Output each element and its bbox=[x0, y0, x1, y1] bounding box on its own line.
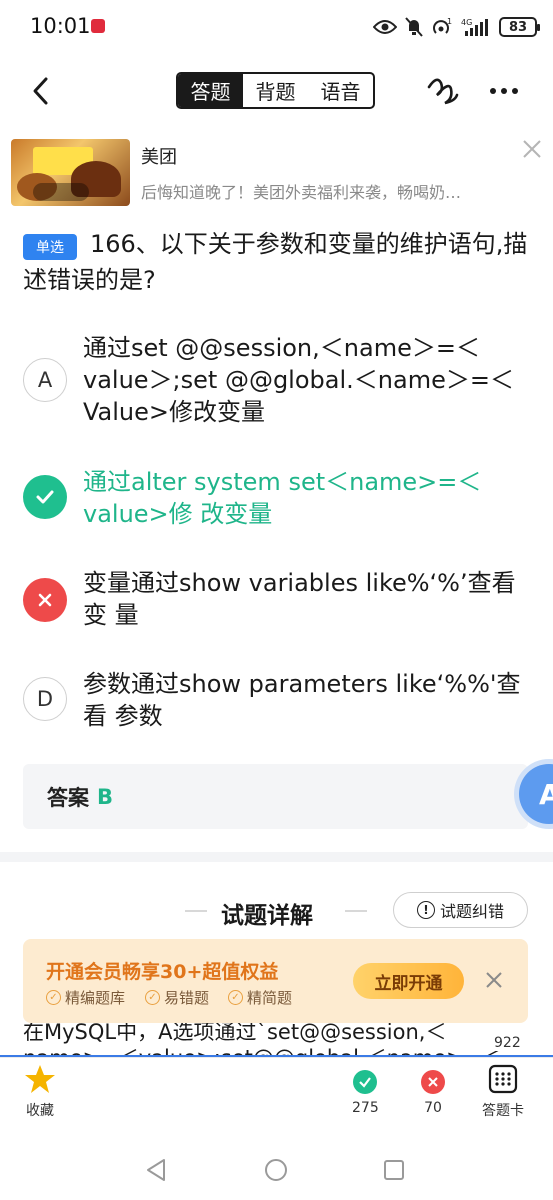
tab-voice[interactable]: 语音 bbox=[308, 74, 373, 107]
vip-feature-label: 精简题 bbox=[247, 989, 293, 1007]
more-options-icon[interactable] bbox=[487, 80, 521, 102]
hotspot-icon: 1 bbox=[433, 17, 452, 34]
nav-back-triangle-icon[interactable] bbox=[145, 1158, 167, 1182]
option-c-text: 变量通过show variables like%‘%’查看变 量 bbox=[83, 569, 516, 629]
question-text: 166、以下关于参数和变量的维护语句,描 述错误的是? bbox=[23, 230, 528, 294]
report-error-label: 试题纠错 bbox=[439, 902, 504, 921]
svg-text:1: 1 bbox=[447, 17, 452, 26]
back-arrow-icon[interactable] bbox=[26, 74, 56, 108]
correct-count: 275 bbox=[352, 1100, 379, 1116]
eye-icon bbox=[373, 20, 397, 34]
floating-ai-label: A bbox=[539, 777, 553, 811]
vip-open-button[interactable]: 立即开通 bbox=[353, 963, 464, 999]
answer-box: 答案 B bbox=[23, 764, 528, 829]
bottom-toolbar bbox=[0, 1057, 553, 1130]
ad-description[interactable]: 后悔知道晚了！美团外卖福利来袭，畅喝奶… bbox=[141, 179, 461, 203]
svg-text:4G: 4G bbox=[461, 18, 472, 27]
mute-bell-icon bbox=[405, 17, 423, 37]
vip-close-icon[interactable] bbox=[485, 971, 503, 989]
tab-answer[interactable]: 答题 bbox=[178, 74, 243, 107]
report-error-button[interactable]: ! 试题纠错 bbox=[393, 892, 528, 928]
vip-feature-1: ✓ 精编题库 bbox=[46, 987, 125, 1008]
favorite-button[interactable]: 收藏 bbox=[24, 1064, 56, 1120]
correct-check-icon bbox=[23, 475, 67, 519]
option-a-badge: A bbox=[23, 358, 67, 402]
option-b[interactable]: 通过alter system set＜name>=＜value>修 改变量 bbox=[23, 466, 538, 530]
scribble-pen-icon[interactable] bbox=[425, 73, 461, 107]
grid-card-icon bbox=[488, 1064, 518, 1094]
option-b-text: 通过alter system set＜name>=＜value>修 改变量 bbox=[83, 468, 482, 528]
wrong-cross-icon bbox=[23, 578, 67, 622]
option-d-badge: D bbox=[23, 677, 67, 721]
option-d[interactable]: D 参数通过show parameters like‘%%'查看 参数 bbox=[23, 668, 538, 732]
answer-card-button[interactable]: 答题卡 bbox=[482, 1064, 524, 1120]
vip-feature-3: ✓ 精简题 bbox=[228, 987, 292, 1008]
correct-count-button[interactable]: 275 bbox=[352, 1070, 379, 1116]
status-icons: 1 4G 83 bbox=[373, 14, 540, 40]
app-notification-icon bbox=[91, 19, 105, 33]
option-a-text: 通过set @@session,＜name＞=＜value＞;set @@glo… bbox=[83, 334, 514, 426]
section-divider bbox=[0, 852, 553, 862]
ad-brand[interactable]: 美团 bbox=[141, 143, 177, 169]
vip-feature-2: ✓ 易错题 bbox=[145, 987, 209, 1008]
title-dash-right bbox=[345, 910, 367, 912]
tab-recite[interactable]: 背题 bbox=[243, 74, 308, 107]
correct-check-icon bbox=[353, 1070, 378, 1094]
signal-icon: 4G bbox=[461, 18, 488, 36]
battery-indicator: 83 bbox=[499, 17, 540, 37]
answer-value: B bbox=[97, 784, 114, 809]
check-icon: ✓ bbox=[145, 990, 160, 1005]
nav-home-circle-icon[interactable] bbox=[264, 1158, 288, 1182]
check-icon: ✓ bbox=[46, 990, 61, 1005]
wrong-cross-icon bbox=[421, 1070, 445, 1094]
status-time: 10:01 bbox=[30, 14, 91, 38]
mode-tabs: 答题 背题 语音 bbox=[176, 72, 375, 109]
exclamation-icon: ! bbox=[416, 901, 435, 919]
explanation-line-2: name>=＜value>;set@@global.＜name>=＜ bbox=[23, 1042, 502, 1056]
vip-feature-label: 易错题 bbox=[164, 989, 210, 1007]
option-c[interactable]: 变量通过show variables like%‘%’查看变 量 bbox=[23, 567, 538, 631]
question-type-badge: 单选 bbox=[23, 234, 77, 260]
answer-card-label: 答题卡 bbox=[482, 1103, 524, 1119]
detail-title: 试题详解 bbox=[221, 903, 313, 929]
check-icon: ✓ bbox=[228, 990, 243, 1005]
vip-title: 开通会员畅享30+超值权益 bbox=[46, 961, 279, 983]
vip-feature-label: 精编题库 bbox=[65, 989, 126, 1007]
wrong-count: 70 bbox=[424, 1100, 442, 1116]
favorite-label: 收藏 bbox=[26, 1103, 54, 1119]
option-a[interactable]: A 通过set @@session,＜name＞=＜value＞;set @@g… bbox=[23, 332, 538, 428]
star-icon bbox=[25, 1065, 55, 1093]
ad-image[interactable] bbox=[11, 139, 130, 206]
nav-recents-square-icon[interactable] bbox=[383, 1159, 405, 1181]
wrong-count-button[interactable]: 70 bbox=[421, 1070, 445, 1116]
page-number: 922 bbox=[492, 1035, 523, 1051]
answer-label: 答案 bbox=[47, 785, 89, 810]
ad-close-icon[interactable] bbox=[521, 138, 543, 160]
title-dash-left bbox=[185, 910, 207, 912]
option-d-text: 参数通过show parameters like‘%%'查看 参数 bbox=[83, 670, 521, 730]
